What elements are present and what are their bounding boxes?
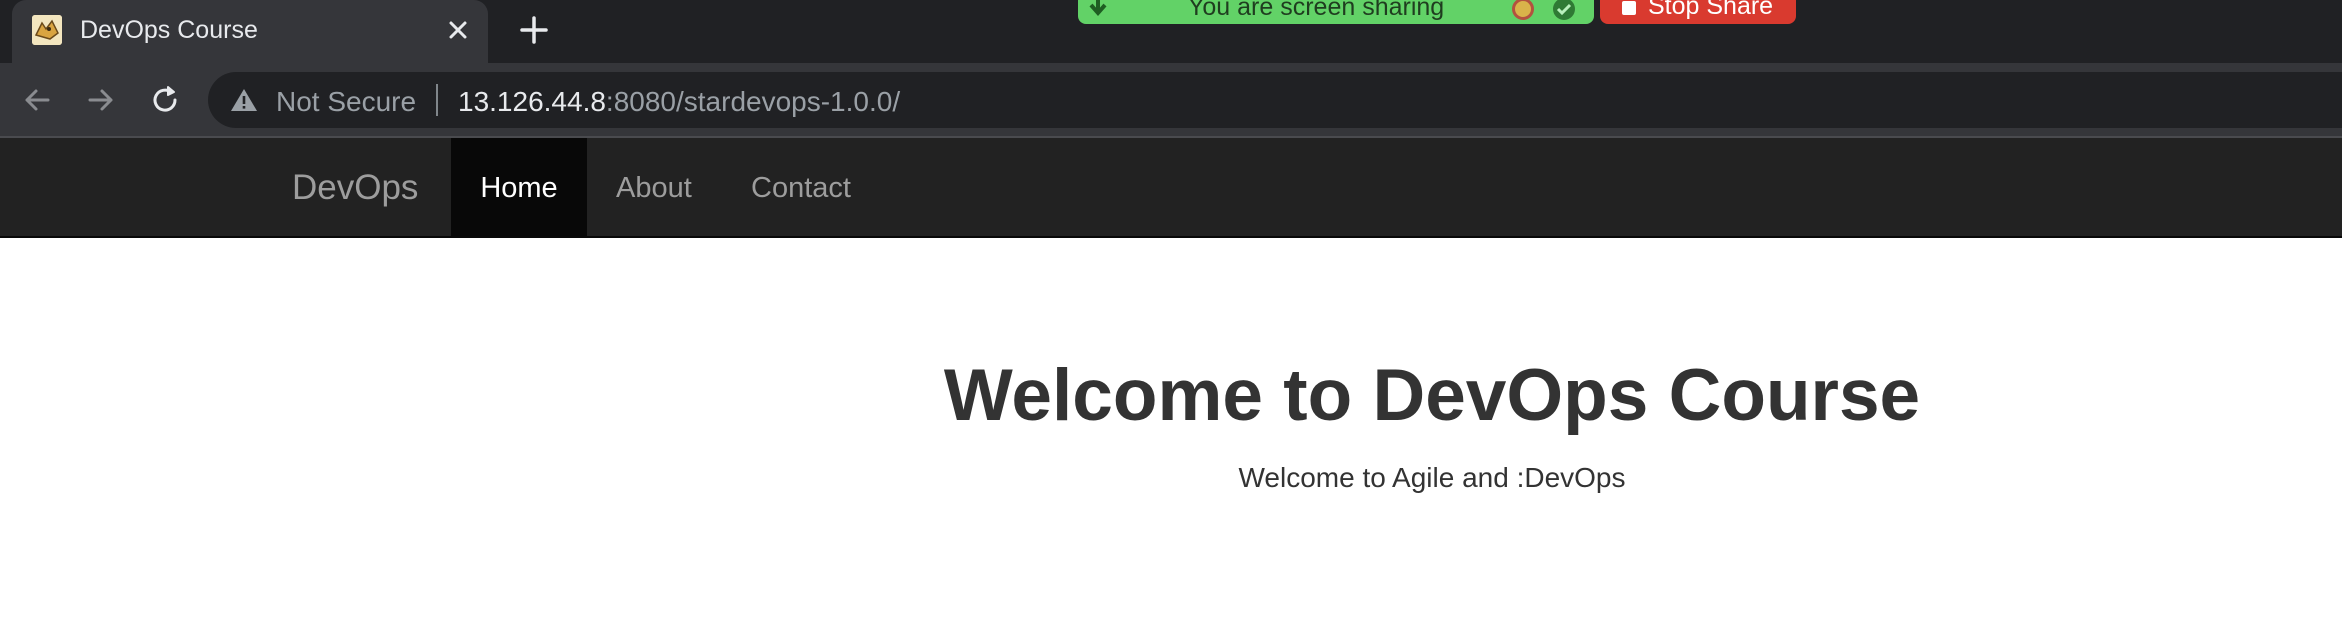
- tab-title: DevOps Course: [80, 16, 258, 44]
- nav-link-contact[interactable]: Contact: [751, 138, 851, 238]
- stop-share-button[interactable]: Stop Share: [1600, 0, 1796, 24]
- page-subheading: Welcome to Agile and :DevOps: [1238, 462, 1626, 493]
- url-path: :8080/stardevops-1.0.0/: [605, 86, 901, 117]
- nav-link-about[interactable]: About: [616, 138, 692, 238]
- address-bar[interactable]: Not Secure 13.126.44.8:8080/stardevops-1…: [208, 72, 2342, 128]
- tomcat-favicon-icon: [32, 15, 62, 45]
- back-arrow-icon[interactable]: [18, 81, 56, 119]
- screen-share-status: You are screen sharing: [1078, 0, 1594, 24]
- stop-share-label: Stop Share: [1648, 0, 1774, 20]
- new-tab-icon[interactable]: [516, 12, 552, 48]
- screen-share-message: You are screen sharing: [1188, 0, 1445, 21]
- url-host: 13.126.44.8: [458, 86, 606, 117]
- address-separator: [436, 84, 438, 116]
- warning-icon[interactable]: [230, 87, 258, 113]
- download-arrow-icon: [1088, 0, 1108, 18]
- browser-tab[interactable]: DevOps Course: [12, 0, 488, 63]
- page-heading: Welcome to DevOps Course: [943, 355, 1921, 436]
- site-navbar: DevOps Home About Contact: [0, 138, 2342, 238]
- forward-arrow-icon[interactable]: [82, 81, 120, 119]
- navbar-brand[interactable]: DevOps: [292, 168, 418, 208]
- stop-icon: [1622, 1, 1636, 15]
- not-secure-label[interactable]: Not Secure: [276, 86, 416, 118]
- reload-icon[interactable]: [146, 81, 184, 119]
- nav-link-home[interactable]: Home: [451, 138, 587, 238]
- record-dot-icon: [1512, 0, 1534, 20]
- url-text[interactable]: 13.126.44.8:8080/stardevops-1.0.0/: [458, 86, 900, 118]
- screen-share-banner: You are screen sharing: [1078, 0, 1594, 24]
- browser-tab-strip: DevOps Course You are screen sharing Sto…: [0, 0, 2342, 63]
- close-tab-icon[interactable]: [442, 14, 474, 46]
- shield-check-icon: [1552, 0, 1576, 21]
- browser-toolbar: Not Secure 13.126.44.8:8080/stardevops-1…: [0, 63, 2342, 136]
